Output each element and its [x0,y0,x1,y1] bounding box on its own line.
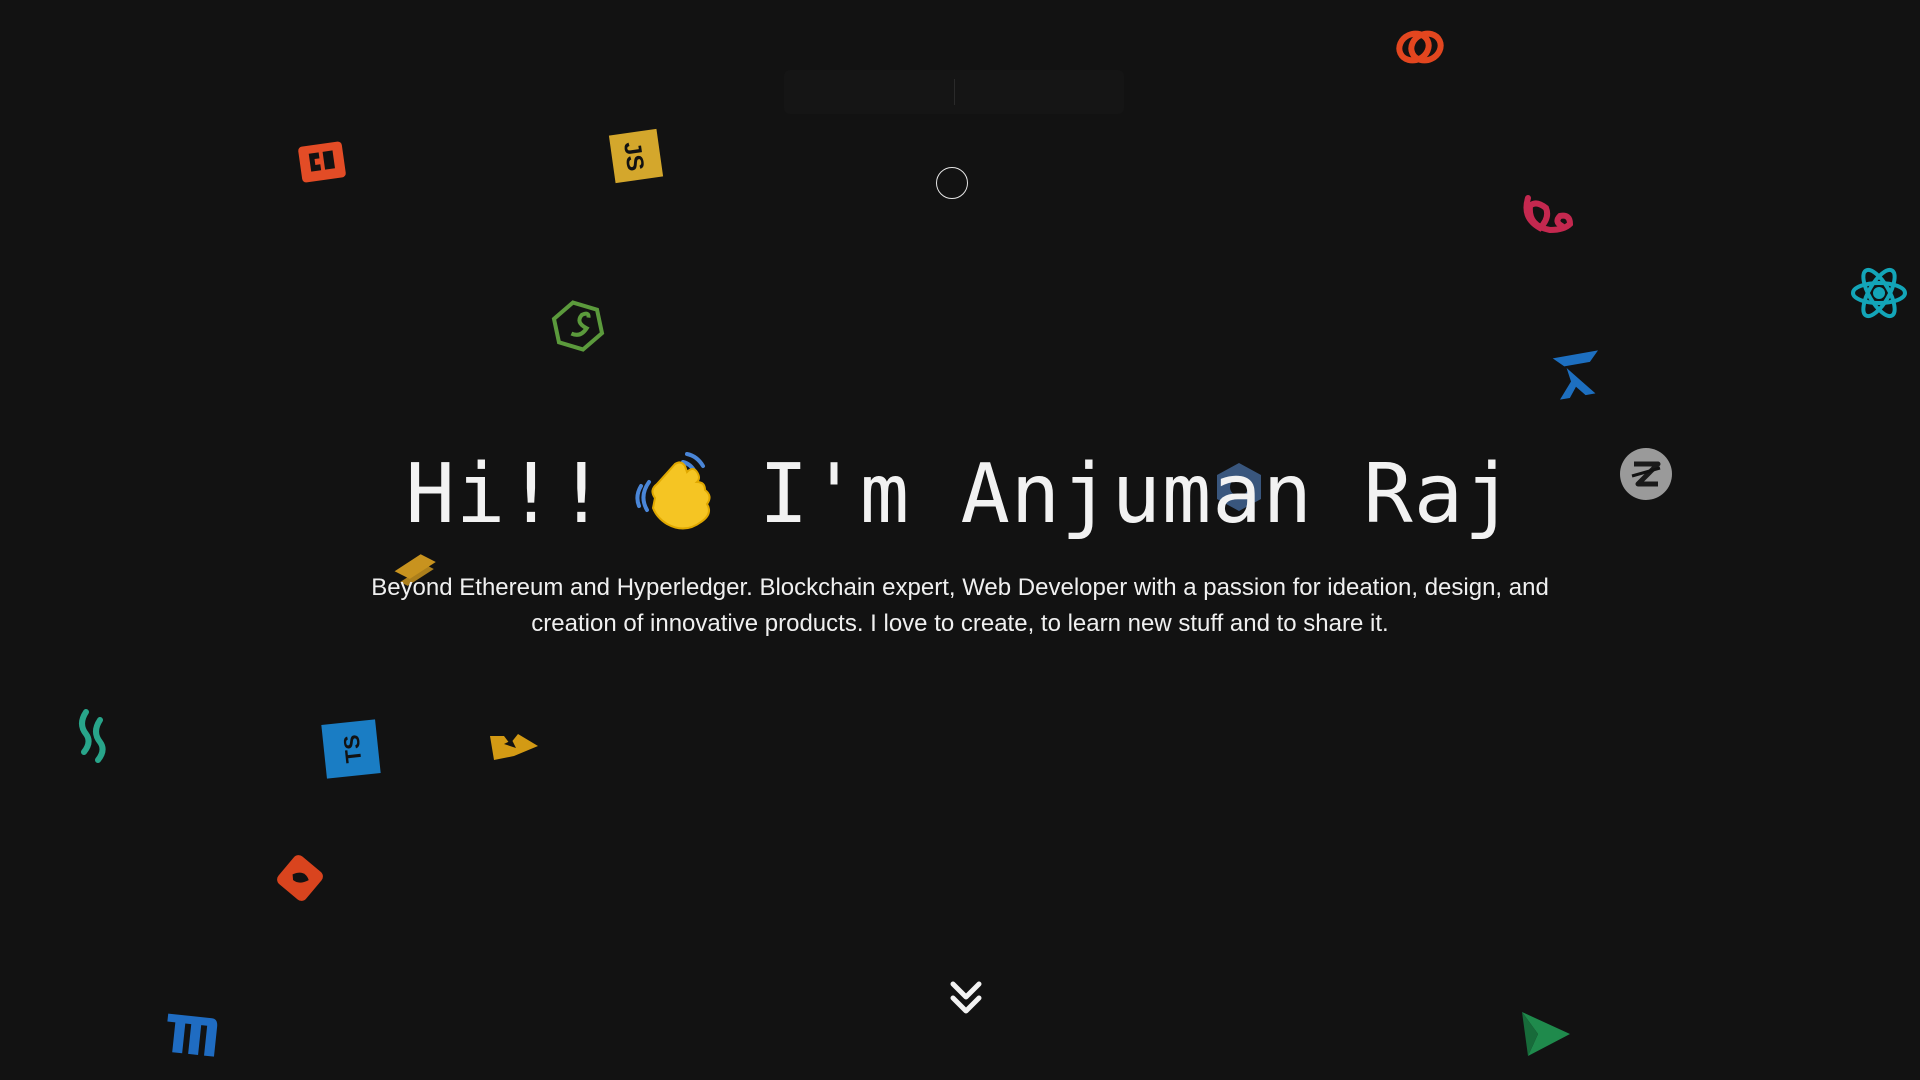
hero-subtitle: Beyond Ethereum and Hyperledger. Blockch… [371,574,1549,637]
chainlink-icon [1390,22,1450,72]
waving-hand-icon [625,444,721,540]
nav-divider [953,79,955,105]
hero-greeting: Hi!! [405,447,607,542]
vercel-icon [1518,1008,1574,1060]
hero-name: I'm Anjuman Raj [758,447,1515,542]
spring-icon [486,730,544,764]
svg-text:JS: JS [618,140,649,173]
hero-page: JS TS Hi!! I'm Anjuman Raj Beyond Ethere… [0,0,1920,1080]
top-nav [784,70,1124,114]
codeigniter-icon [272,850,328,906]
nodejs-icon [548,298,608,354]
heroku-icon [74,708,116,764]
framer-icon [1552,346,1606,404]
typescript-icon: TS [320,718,382,780]
vue-icon [1518,188,1580,240]
hero-title: Hi!! I'm Anjuman Raj [0,445,1920,548]
react-icon [1850,264,1908,322]
javascript-icon: JS [608,128,664,184]
cursor-ring [936,167,968,199]
scroll-down-icon[interactable] [945,978,987,1020]
html5-icon [296,138,348,186]
mariadb-icon [162,1010,218,1062]
svg-text:TS: TS [339,734,367,765]
